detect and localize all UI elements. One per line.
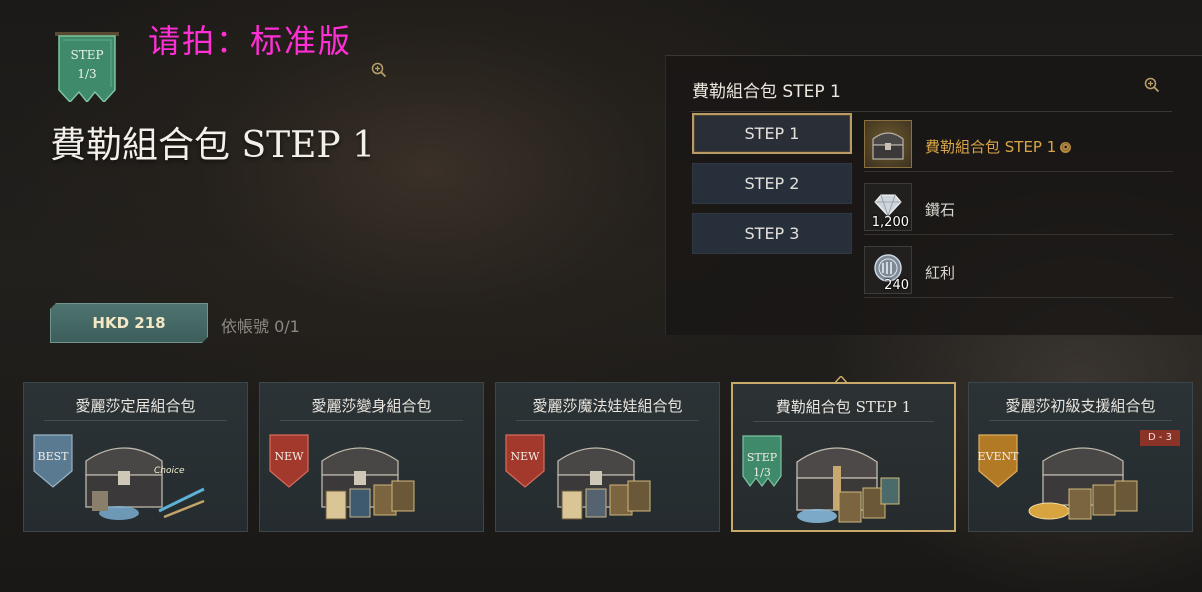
flag-label: EVENT xyxy=(977,450,1019,463)
package-detail-panel: 費勒組合包 STEP 1 STEP 1 STEP 2 STEP 3 費勒組合包 … xyxy=(665,55,1202,335)
card-title: 愛麗莎魔法娃娃組合包 xyxy=(532,397,683,415)
chest-icon xyxy=(557,447,651,520)
card-title: 愛麗莎變身組合包 xyxy=(311,397,432,415)
package-card-transform[interactable]: 愛麗莎變身組合包 NEW xyxy=(259,382,484,532)
item-name: 鑽石 xyxy=(925,201,956,219)
chest-icon xyxy=(796,447,900,523)
package-card-beginner-support[interactable]: 愛麗莎初級支援組合包 EVENT D - 3 xyxy=(968,382,1193,532)
card-title: 費勒組合包 STEP 1 xyxy=(775,398,912,416)
flag-label-line2: 1/3 xyxy=(753,466,771,479)
package-title: 費勒組合包 STEP 1 xyxy=(50,125,375,166)
step-banner: STEP 1/3 xyxy=(55,32,119,104)
chest-icon xyxy=(1028,447,1138,520)
item-name: 費勒組合包 STEP 1 ⦿ xyxy=(925,136,1072,157)
list-item[interactable]: 1,200 鑽石 xyxy=(864,177,1173,235)
item-name-text: 費勒組合包 STEP 1 xyxy=(925,138,1057,156)
list-item[interactable]: 240 紅利 xyxy=(864,240,1173,298)
list-item[interactable]: 費勒組合包 STEP 1 ⦿ xyxy=(864,114,1173,172)
panel-title: 費勒組合包 STEP 1 xyxy=(692,82,841,102)
choice-label: Choice xyxy=(154,466,185,476)
flag-label: NEW xyxy=(274,450,304,463)
zoom-in-icon[interactable] xyxy=(371,62,387,78)
card-flag: STEP 1/3 xyxy=(741,434,783,490)
card-divider xyxy=(280,420,463,421)
card-flag: EVENT xyxy=(977,433,1019,489)
panel-divider xyxy=(690,111,1172,112)
card-title: 愛麗莎定居組合包 xyxy=(75,397,196,415)
package-card-settle[interactable]: 愛麗莎定居組合包 BEST Choice xyxy=(23,382,248,532)
item-thumbnail[interactable]: 1,200 xyxy=(864,183,912,231)
item-thumbnail[interactable]: 240 xyxy=(864,246,912,294)
tab-step-1[interactable]: STEP 1 xyxy=(692,113,852,154)
zoom-in-icon[interactable] xyxy=(1144,77,1160,93)
flag-label: NEW xyxy=(510,450,540,463)
chest-icon xyxy=(85,447,205,520)
chest-icon xyxy=(321,447,415,520)
card-divider xyxy=(753,421,934,422)
flag-label: BEST xyxy=(37,450,69,463)
purchase-button[interactable]: HKD 218 xyxy=(50,303,208,343)
purchase-limit: 依帳號 0/1 xyxy=(221,317,300,336)
card-flag: BEST xyxy=(32,433,74,489)
item-quantity: 1,200 xyxy=(871,215,909,230)
card-divider xyxy=(516,420,699,421)
shop-screen: { "watermark": "请拍：标准版", "header": { "ba… xyxy=(0,0,1202,592)
card-flag: NEW xyxy=(268,433,310,489)
flag-label: STEP 1/3 xyxy=(741,450,783,480)
banner-step-label: STEP xyxy=(70,48,104,62)
watermark-text: 请拍：标准版 xyxy=(148,22,353,60)
package-card-feller-step1[interactable]: 費勒組合包 STEP 1 STEP 1/3 xyxy=(731,382,956,532)
item-quantity: 240 xyxy=(884,278,909,293)
chest-icon xyxy=(872,132,904,160)
item-thumbnail[interactable] xyxy=(864,120,912,168)
card-flag: NEW xyxy=(504,433,546,489)
card-divider xyxy=(44,420,227,421)
flag-label-line1: STEP xyxy=(746,451,778,464)
card-title: 愛麗莎初級支援組合包 xyxy=(1005,397,1156,415)
item-name: 紅利 xyxy=(925,264,956,282)
tab-step-3[interactable]: STEP 3 xyxy=(692,213,852,254)
card-divider xyxy=(989,420,1172,421)
info-icon[interactable]: ⦿ xyxy=(1060,142,1072,153)
banner-step-count: 1/3 xyxy=(77,67,97,81)
package-card-magic-doll[interactable]: 愛麗莎魔法娃娃組合包 NEW xyxy=(495,382,720,532)
tab-step-2[interactable]: STEP 2 xyxy=(692,163,852,204)
